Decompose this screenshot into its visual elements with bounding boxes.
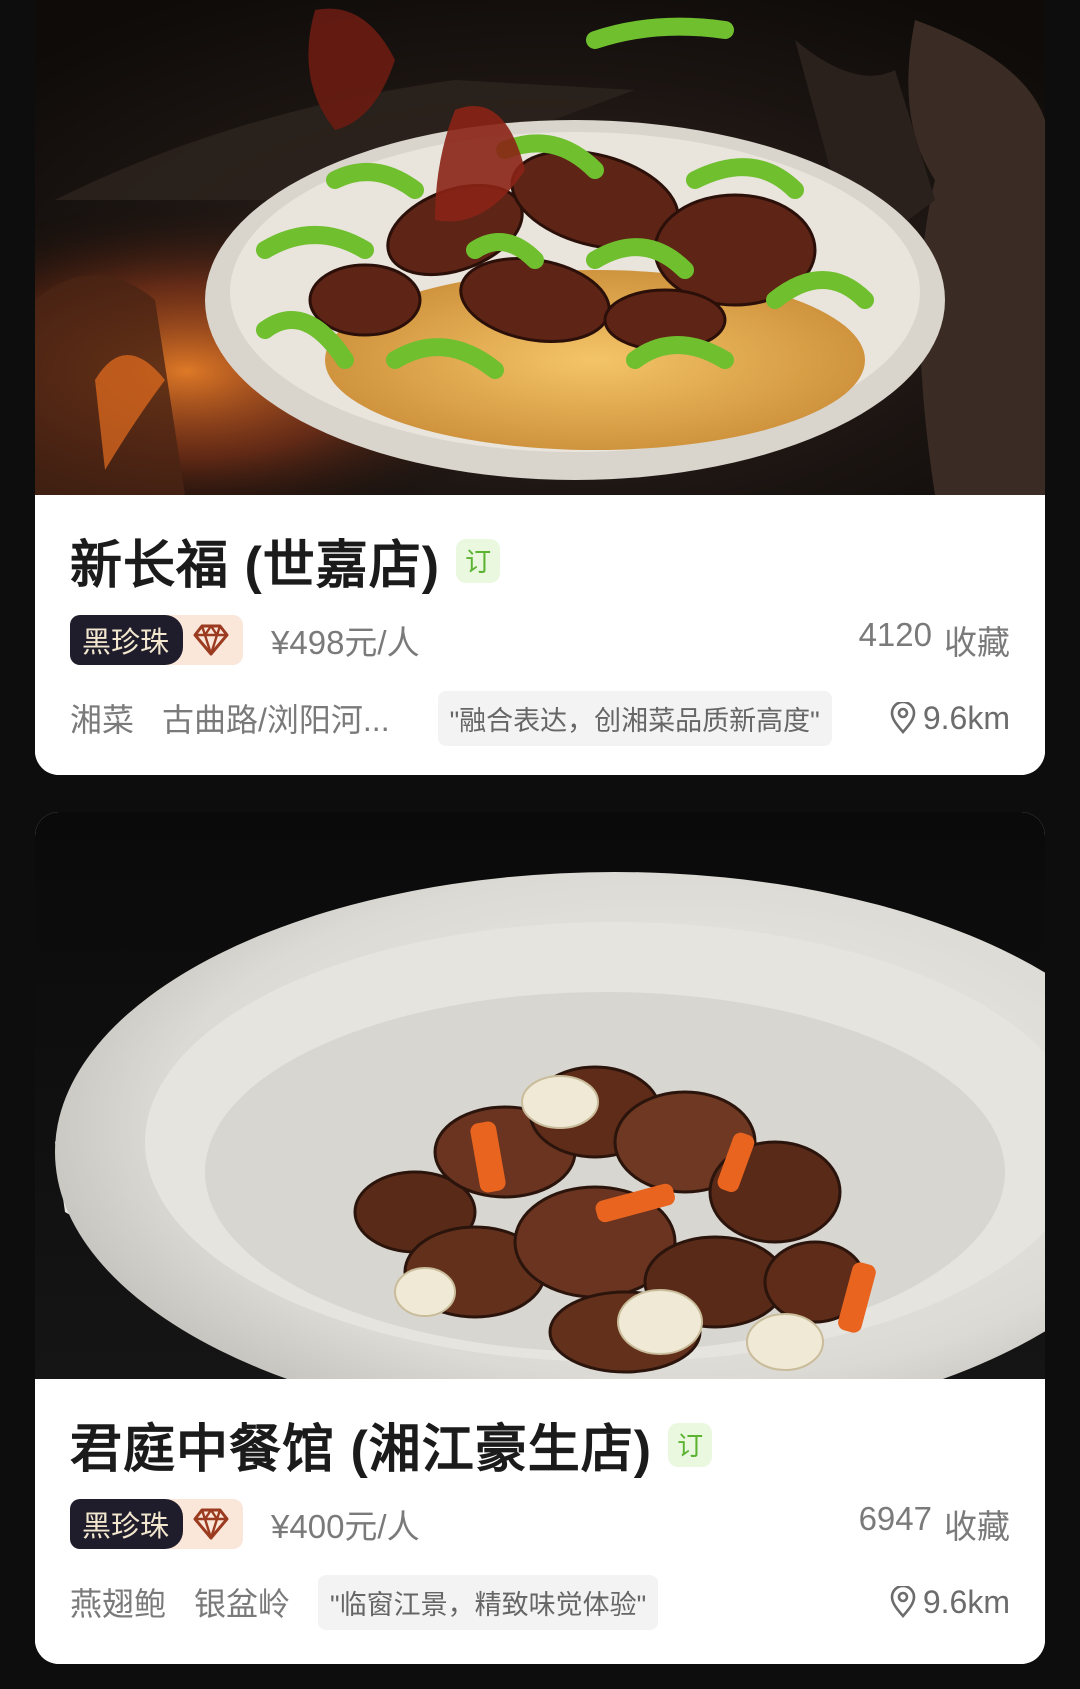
location-pin-icon: [889, 702, 917, 734]
black-pearl-badge: 黑珍珠: [70, 1499, 244, 1549]
restaurant-name[interactable]: 君庭中餐馆 (湘江豪生店): [70, 1407, 652, 1482]
tag-row: 湘菜 古曲路/浏阳河... "融合表达，创湘菜品质新高度" 9.6km: [70, 690, 1010, 746]
title-row: 君庭中餐馆 (湘江豪生店) 订: [70, 1407, 713, 1482]
restaurant-card[interactable]: 君庭中餐馆 (湘江豪生店) 订 黑珍珠 ¥400元/人 6947 收藏 燕翅鲍: [35, 812, 1045, 1664]
favorites-number: 4120: [858, 616, 932, 653]
meta-row: 黑珍珠 ¥400元/人 6947 收藏: [70, 1497, 1010, 1551]
distance-value: 9.6km: [922, 699, 1010, 736]
location-pin-icon: [889, 1586, 917, 1618]
restaurant-photo[interactable]: [35, 0, 1045, 495]
booking-badge: 订: [456, 538, 501, 583]
restaurant-name[interactable]: 新长福 (世嘉店): [70, 523, 440, 598]
cuisine-type: 燕翅鲍: [70, 1586, 167, 1622]
restaurant-info: 君庭中餐馆 (湘江豪生店) 订 黑珍珠 ¥400元/人 6947 收藏 燕翅鲍: [35, 1379, 1045, 1664]
area-name: 银盆岭: [194, 1586, 291, 1622]
favorites-label: 收藏: [944, 1508, 1010, 1545]
distance-value: 9.6km: [922, 1583, 1010, 1620]
distance: 9.6km: [889, 700, 1010, 737]
distance: 9.6km: [889, 1584, 1010, 1621]
booking-badge: 订: [668, 1422, 713, 1467]
dish-image-spicy-sea-cucumber: [35, 0, 1045, 495]
restaurant-card[interactable]: 新长福 (世嘉店) 订 黑珍珠 ¥498元/人 4120 收藏 湘菜 古曲路/浏…: [35, 0, 1045, 775]
favorites-number: 6947: [858, 1500, 932, 1537]
cuisine-type: 湘菜: [70, 702, 135, 738]
restaurant-photo[interactable]: [35, 812, 1045, 1379]
tag-row: 燕翅鲍 银盆岭 "临窗江景，精致味觉体验" 9.6km: [70, 1574, 1010, 1630]
black-pearl-badge: 黑珍珠: [70, 615, 244, 665]
favorites-label: 收藏: [944, 624, 1010, 661]
favorites-count: 4120 收藏: [859, 616, 1010, 664]
dish-image-braised-beef: [35, 812, 1045, 1379]
review-quote: "融合表达，创湘菜品质新高度": [437, 690, 832, 746]
price-per-person: ¥400元/人: [271, 1508, 420, 1545]
review-quote: "临窗江景，精致味觉体验": [318, 1574, 659, 1630]
area-name: 古曲路/浏阳河...: [162, 702, 390, 738]
black-pearl-label: 黑珍珠: [70, 615, 184, 665]
restaurant-info: 新长福 (世嘉店) 订 黑珍珠 ¥498元/人 4120 收藏 湘菜 古曲路/浏…: [35, 495, 1045, 775]
black-pearl-label: 黑珍珠: [70, 1499, 184, 1549]
price-per-person: ¥498元/人: [271, 624, 420, 661]
meta-row: 黑珍珠 ¥498元/人 4120 收藏: [70, 613, 1010, 667]
favorites-count: 6947 收藏: [859, 1500, 1010, 1548]
title-row: 新长福 (世嘉店) 订: [70, 523, 501, 598]
